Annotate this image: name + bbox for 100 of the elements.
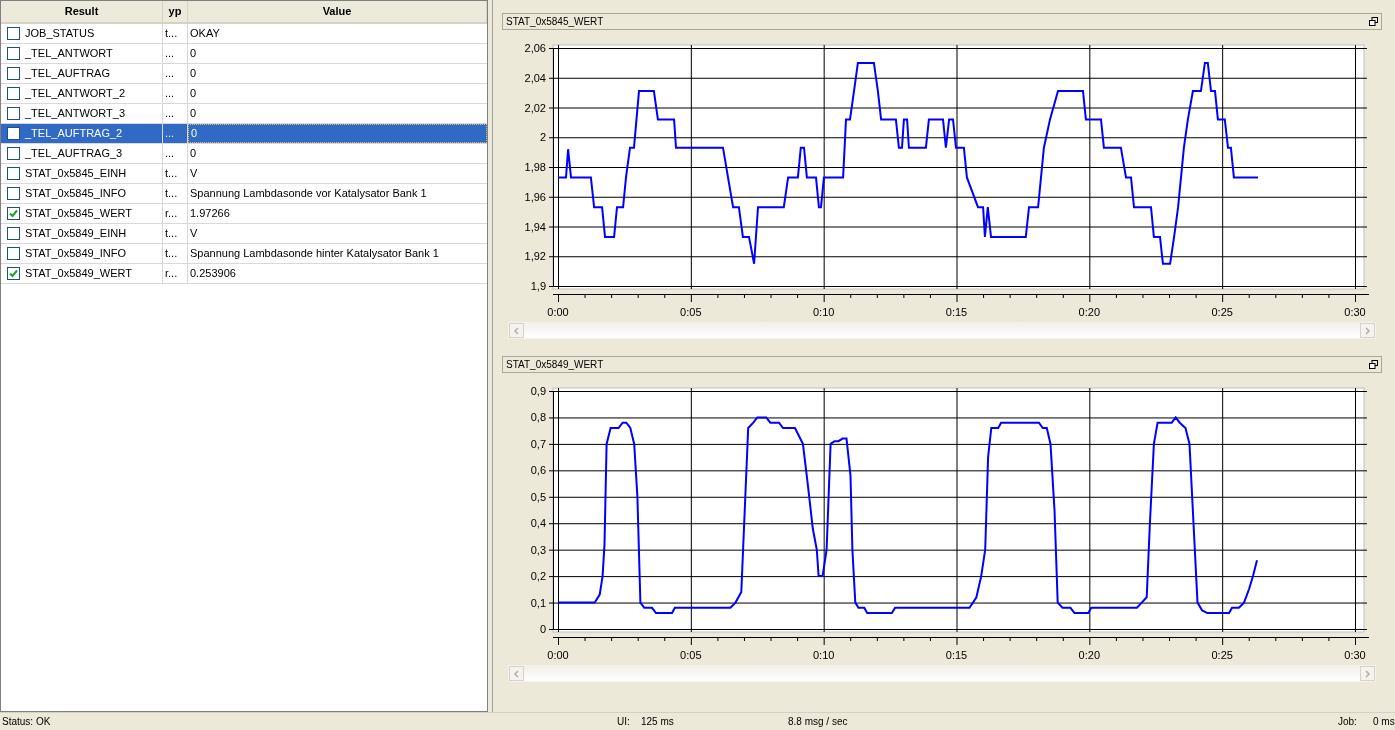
table-row[interactable]: _TEL_ANTWORT ... 0 — [1, 44, 487, 64]
table-row[interactable]: STAT_0x5849_WERT r... 0.253906 — [1, 264, 487, 284]
table-cell: ... — [163, 144, 188, 163]
y-tick-label: 1,96 — [524, 190, 546, 203]
y-tick-label: 2,06 — [524, 42, 546, 54]
table-cell-text: 0.253906 — [189, 266, 237, 282]
panel-title: STAT_0x5845_WERT — [506, 15, 604, 29]
table-row[interactable]: _TEL_AUFTRAG_3 ... 0 — [1, 144, 487, 164]
column-header[interactable]: yp — [163, 1, 188, 22]
y-tick-label: 0 — [539, 623, 546, 635]
table-cell-text: 0 — [189, 106, 198, 122]
column-header[interactable]: Value — [188, 1, 487, 22]
table-cell: r... — [163, 264, 188, 283]
x-tick-label: 0:05 — [680, 649, 702, 661]
table-cell: ... — [163, 124, 188, 143]
checkbox[interactable] — [7, 67, 20, 80]
job-time: 0 ms — [1373, 715, 1395, 729]
x-tick-label: 0:30 — [1344, 306, 1366, 318]
table-row[interactable]: STAT_0x5849_INFO t... Spannung Lambdasonde hinter Katalysator Bank 1 — [1, 244, 487, 264]
ui-time: 125 ms — [641, 715, 675, 729]
table-cell-text: _TEL_ANTWORT_3 — [25, 106, 126, 122]
checkbox[interactable] — [7, 247, 20, 260]
y-tick-label: 0,1 — [530, 596, 546, 609]
table-cell-text: Spannung Lambdasonde hinter Katalysator Bank 1 — [189, 246, 440, 262]
y-tick-label: 0,3 — [530, 543, 546, 556]
checkbox[interactable] — [7, 27, 20, 40]
ui-label: UI: — [617, 715, 631, 729]
table-cell: r... — [163, 204, 188, 223]
table-row[interactable]: _TEL_AUFTRAG_2 ... 0 — [1, 124, 487, 144]
checkbox[interactable] — [7, 107, 20, 120]
x-tick-label: 0:00 — [547, 306, 569, 318]
y-tick-label: 0,7 — [530, 437, 546, 450]
x-tick-label: 0:20 — [1078, 306, 1101, 318]
checkbox[interactable] — [7, 147, 20, 160]
y-tick-label: 1,92 — [524, 250, 546, 263]
table-row[interactable]: STAT_0x5849_EINH t... V — [1, 224, 487, 244]
x-tick-label: 0:10 — [812, 649, 835, 661]
table-row[interactable]: STAT_0x5845_EINH t... V — [1, 164, 487, 184]
table-cell-text: 0 — [189, 86, 198, 102]
table-cell: t... — [163, 224, 188, 243]
y-tick-label: 0,8 — [530, 411, 546, 424]
table-cell-text: STAT_0x5845_INFO — [25, 186, 127, 202]
table-cell-text: V — [189, 226, 199, 242]
table-cell-text: STAT_0x5849_EINH — [25, 226, 127, 242]
y-tick-label: 1,94 — [524, 220, 546, 233]
table-row[interactable]: STAT_0x5845_WERT r... 1.97266 — [1, 204, 487, 224]
table-cell-text: Spannung Lambdasonde vor Katalysator Bank 1 — [189, 186, 428, 202]
y-tick-label: 2,04 — [524, 71, 546, 84]
checkbox[interactable] — [7, 127, 20, 140]
table-row[interactable]: _TEL_AUFTRAG ... 0 — [1, 64, 487, 84]
table-cell: ... — [163, 64, 188, 83]
table-cell-text: OKAY — [189, 26, 221, 42]
y-tick-label: 0,6 — [530, 464, 546, 477]
table-cell-text: _TEL_AUFTRAG_3 — [25, 146, 123, 162]
checkbox[interactable] — [7, 167, 20, 180]
table-cell: ... — [163, 104, 188, 123]
table-cell-text: STAT_0x5845_WERT — [25, 206, 132, 222]
checkbox[interactable] — [7, 267, 20, 280]
table-row[interactable]: STAT_0x5845_INFO t... Spannung Lambdasonde vor Katalysator Bank 1 — [1, 184, 487, 204]
x-tick-label: 0:15 — [945, 306, 968, 318]
table-cell: t... — [163, 244, 188, 263]
x-tick-label: 0:25 — [1211, 649, 1233, 661]
table-cell-text: V — [189, 166, 199, 182]
y-tick-label: 1,9 — [530, 280, 546, 292]
x-tick-label: 0:20 — [1078, 649, 1101, 661]
checkbox[interactable] — [7, 207, 20, 220]
table-cell-text: STAT_0x5845_EINH — [25, 166, 127, 182]
y-tick-label: 1,98 — [524, 161, 546, 173]
table-cell: t... — [163, 184, 188, 203]
message-rate: 8.8 msg / sec — [788, 715, 849, 729]
restore-icon[interactable] — [1369, 360, 1378, 369]
x-tick-label: 0:30 — [1344, 649, 1366, 661]
y-tick-label: 0,4 — [530, 517, 546, 530]
checkbox[interactable] — [7, 87, 20, 100]
checkbox[interactable] — [7, 187, 20, 200]
table-cell-text: _TEL_ANTWORT_2 — [25, 86, 126, 102]
table-cell: ... — [163, 84, 188, 103]
table-row[interactable]: _TEL_ANTWORT_2 ... 0 — [1, 84, 487, 104]
table-cell-text: STAT_0x5849_INFO — [25, 246, 127, 262]
checkbox[interactable] — [7, 227, 20, 240]
table-cell: 0 — [188, 124, 487, 143]
y-tick-label: 0,5 — [530, 490, 546, 503]
table-cell-text: _TEL_AUFTRAG — [25, 66, 110, 82]
y-tick-label: 0,9 — [530, 385, 546, 397]
column-header[interactable]: Result — [1, 1, 163, 22]
table-cell: ... — [163, 44, 188, 63]
y-tick-label: 2,02 — [524, 101, 546, 114]
table-cell-text: STAT_0x5849_WERT — [25, 266, 132, 282]
status-text: Status: OK — [1, 715, 52, 729]
y-tick-label: 2 — [539, 131, 546, 144]
table-cell-text: _TEL_AUFTRAG_2 — [25, 126, 123, 142]
x-tick-label: 0:00 — [547, 649, 569, 661]
panel-title: STAT_0x5849_WERT — [506, 358, 604, 372]
table-cell-text: JOB_STATUS — [25, 26, 95, 42]
restore-icon[interactable] — [1369, 17, 1378, 26]
x-tick-label: 0:15 — [945, 649, 968, 661]
table-cell-text: 0 — [189, 46, 198, 62]
x-tick-label: 0:10 — [812, 306, 835, 318]
checkbox[interactable] — [7, 47, 20, 60]
table-row[interactable]: JOB_STATUS t... OKAY — [1, 24, 487, 44]
